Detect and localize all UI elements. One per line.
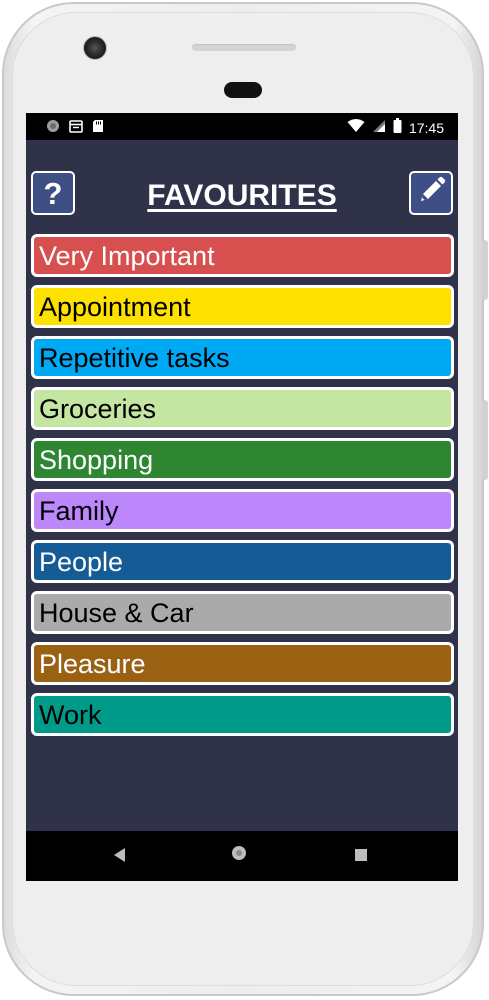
favourite-item-label: Work (39, 699, 102, 730)
status-system: 17:45 (347, 118, 444, 138)
front-camera (83, 36, 107, 60)
favourite-item-label: Repetitive tasks (39, 342, 230, 373)
navigation-bar (26, 831, 458, 881)
pencil-icon (415, 175, 447, 212)
phone-power-button (482, 400, 488, 480)
favourite-item[interactable]: Family (31, 489, 454, 532)
favourite-item-label: Pleasure (39, 648, 146, 679)
favourite-item[interactable]: Groceries (31, 387, 454, 430)
status-notifications (46, 119, 104, 138)
sd-card-icon (92, 119, 104, 138)
favourite-item[interactable]: People (31, 540, 454, 583)
favourite-item[interactable]: Repetitive tasks (31, 336, 454, 379)
favourite-item[interactable]: Pleasure (31, 642, 454, 685)
phone-volume-button (482, 240, 488, 300)
favourite-item-label: Very Important (39, 240, 215, 271)
battery-icon (393, 118, 402, 138)
back-icon[interactable] (114, 848, 125, 862)
home-icon[interactable] (232, 846, 246, 860)
circle-notification-icon (46, 119, 60, 138)
favourite-item-label: People (39, 546, 124, 577)
question-mark-icon: ? (43, 175, 63, 211)
favourite-item-label: Groceries (39, 393, 157, 424)
favourites-list: Very Important Appointment Repetitive task… (31, 234, 454, 744)
edit-button[interactable] (409, 171, 453, 215)
proximity-sensor (224, 82, 262, 98)
help-button[interactable]: ? (31, 171, 75, 215)
favourite-item-label: House & Car (39, 597, 194, 628)
status-time: 17:45 (408, 120, 444, 136)
earpiece-speaker (192, 44, 296, 51)
favourite-item[interactable]: Appointment (31, 285, 454, 328)
favourite-item-label: Appointment (39, 291, 191, 322)
page-title: FAVOURITES (147, 179, 337, 212)
favourite-item[interactable]: House & Car (31, 591, 454, 634)
calendar-notification-icon (69, 119, 83, 138)
status-bar: 17:45 (26, 113, 458, 140)
wifi-icon (347, 118, 365, 138)
recent-apps-icon[interactable] (355, 849, 367, 861)
app-screen: 17:45 ? FAVOURITES Very Important Appoint… (26, 113, 458, 881)
favourite-item[interactable]: Work (31, 693, 454, 736)
favourite-item-label: Shopping (39, 444, 154, 475)
favourite-item[interactable]: Very Important (31, 234, 454, 277)
favourite-item[interactable]: Shopping (31, 438, 454, 481)
cell-signal-icon (372, 119, 386, 138)
favourite-item-label: Family (39, 495, 119, 526)
